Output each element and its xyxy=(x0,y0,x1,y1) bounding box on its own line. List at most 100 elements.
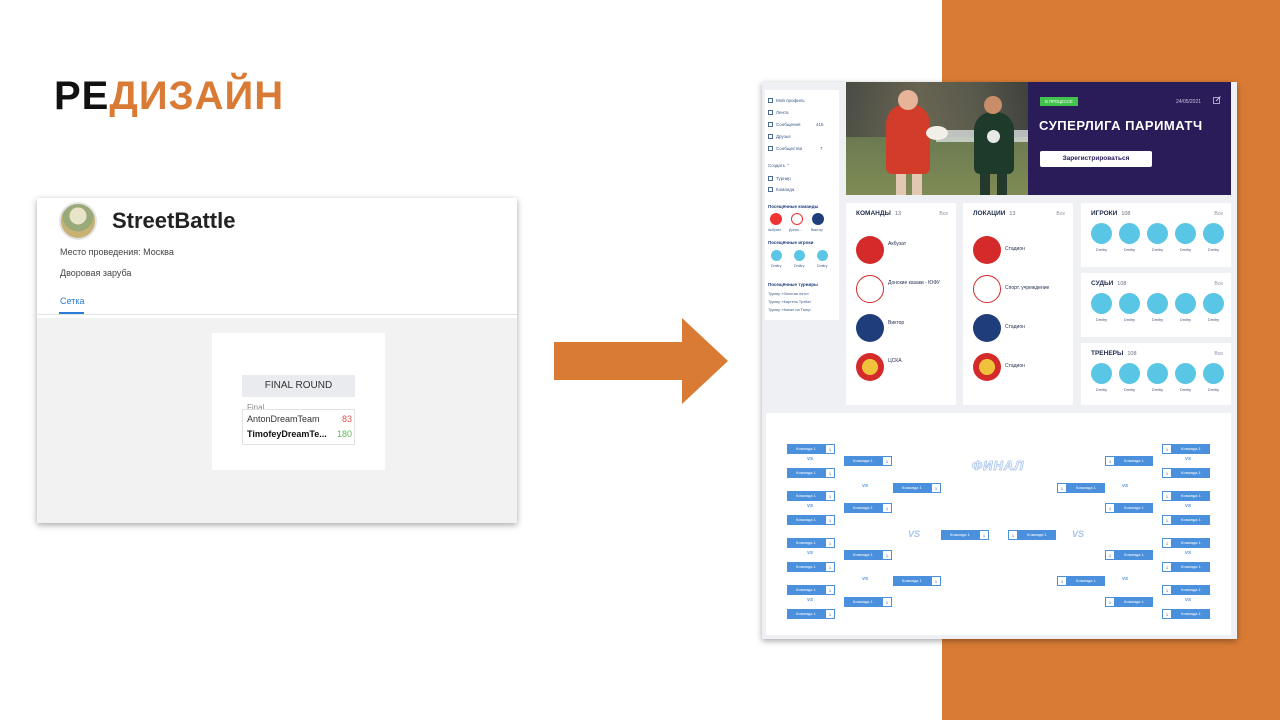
coaches-all-link[interactable]: Все xyxy=(1214,351,1223,357)
vs-label: VS xyxy=(1122,483,1129,488)
team-score: 83 xyxy=(341,414,352,424)
judges-title: СУДЬИ 108 xyxy=(1091,280,1127,287)
viktor-logo-icon xyxy=(973,314,1001,342)
akbuzat-logo-icon[interactable] xyxy=(770,213,782,225)
judge-name: Dmitry xyxy=(1124,318,1135,322)
judge-name: Dmitry xyxy=(1208,318,1219,322)
sidebar-item-messages[interactable]: Сообщения 415 xyxy=(768,122,824,130)
bracket-team-score: 1 xyxy=(1105,503,1115,513)
bracket-team-score: 1 xyxy=(1162,444,1172,454)
coach-avatar[interactable] xyxy=(1091,363,1112,384)
bracket-team-name: Команда 1 xyxy=(1172,515,1210,525)
sidebar-item-feed[interactable]: Лента xyxy=(768,110,788,118)
judge-avatar[interactable] xyxy=(1091,293,1112,314)
vs-label: VS xyxy=(1185,597,1192,602)
location-item[interactable]: Стадион xyxy=(973,314,1073,344)
sidebar-item-profile[interactable]: Мой профиль xyxy=(768,98,805,106)
bracket-team-name: Команда 1 xyxy=(844,597,882,607)
player-avatar[interactable] xyxy=(1091,223,1112,244)
player-avatar[interactable] xyxy=(794,250,805,261)
sidebar-item-friends[interactable]: Друзья xyxy=(768,134,791,142)
bracket-team-name: Команда 1 xyxy=(1172,444,1210,454)
team-item[interactable]: Донские казаки - ЮФУ xyxy=(856,275,956,305)
coach-name: Dmitry xyxy=(1180,388,1191,392)
tab-bracket[interactable]: Сетка xyxy=(60,296,84,306)
edit-icon[interactable] xyxy=(1213,96,1221,104)
new-ui-screenshot: Мой профиль Лента Сообщения 415 Друзья Со… xyxy=(762,82,1237,639)
player-name: Dmitry xyxy=(1180,248,1191,252)
visited-player-caption: Dmitry xyxy=(771,264,782,268)
visited-team-caption: Виктор xyxy=(811,228,823,232)
coach-avatar[interactable] xyxy=(1147,363,1168,384)
match-box[interactable]: AntonDreamTeam 83 TimofeyDreamTe... 180 xyxy=(242,409,355,445)
team-name: TimofeyDreamTe... xyxy=(247,429,327,439)
visited-teams-title: Посещённые команды xyxy=(768,204,819,209)
bracket-team-name: Команда 1 xyxy=(1067,576,1105,586)
visited-tournament-link[interactable]: Турнир «Канал на Танц» xyxy=(768,308,811,312)
judge-name: Dmitry xyxy=(1096,318,1107,322)
player-avatar[interactable] xyxy=(817,250,828,261)
bracket-team-name: Команда 1 xyxy=(1172,468,1210,478)
location-item[interactable]: Стадион xyxy=(973,236,1073,266)
bracket-team-score: 1 xyxy=(825,491,835,501)
team-item[interactable]: ЦСКА xyxy=(856,353,956,383)
bracket-team-name: Команда 1 xyxy=(1172,538,1210,548)
bracket-team-score: 1 xyxy=(1057,483,1067,493)
player-avatar[interactable] xyxy=(1175,223,1196,244)
banner-photo xyxy=(846,82,1028,195)
sidebar: Мой профиль Лента Сообщения 415 Друзья Со… xyxy=(765,90,839,320)
coach-avatar[interactable] xyxy=(1203,363,1224,384)
team-item[interactable]: Акбузат xyxy=(856,236,956,266)
players-all-link[interactable]: Все xyxy=(1214,211,1223,217)
judge-avatar[interactable] xyxy=(1147,293,1168,314)
judges-card: СУДЬИ 108 Все Dmitry Dmitry Dmitry Dmitry… xyxy=(1081,273,1231,337)
bracket-team-score: 1 xyxy=(825,538,835,548)
bracket-team-name: Команда 1 xyxy=(893,576,931,586)
create-toggle[interactable]: Создать ⌃ xyxy=(768,163,790,171)
sidebar-item-communities[interactable]: Сообщества 7 xyxy=(768,146,823,154)
bracket-team-name: Команда 1 xyxy=(1172,491,1210,501)
coach-avatar[interactable] xyxy=(1119,363,1140,384)
teams-title: КОМАНДЫ 13 xyxy=(856,210,901,217)
location-item[interactable]: Стадион xyxy=(973,353,1073,383)
friends-icon xyxy=(768,134,773,139)
vs-label: VS xyxy=(1185,456,1192,461)
bracket-team-score: 1 xyxy=(1105,456,1115,466)
judge-avatar[interactable] xyxy=(1175,293,1196,314)
player-avatar[interactable] xyxy=(1119,223,1140,244)
coach-avatar[interactable] xyxy=(1175,363,1196,384)
bracket-team-score: 1 xyxy=(1162,515,1172,525)
register-button[interactable]: Зарегистрироваться xyxy=(1040,151,1152,167)
bracket-team-score: 1 xyxy=(1162,609,1172,619)
teams-all-link[interactable]: Все xyxy=(939,211,948,217)
donskie-logo-icon[interactable] xyxy=(791,213,803,225)
status-badge: В ПРОЦЕССЕ xyxy=(1040,97,1078,106)
chevron-up-icon: ⌃ xyxy=(786,163,791,168)
player-avatar[interactable] xyxy=(1147,223,1168,244)
viktor-logo-icon[interactable] xyxy=(812,213,824,225)
location-item[interactable]: Спорт. учреждение xyxy=(973,275,1073,305)
judges-all-link[interactable]: Все xyxy=(1214,281,1223,287)
tournament-avatar xyxy=(59,202,97,240)
bracket-team-score: 1 xyxy=(1162,562,1172,572)
vs-label: VS xyxy=(807,456,814,461)
visited-tournament-link[interactable]: Турнир «Картель Трэба» xyxy=(768,300,811,304)
visited-tournament-link[interactable]: Турнир «Золотая пять» xyxy=(768,292,809,296)
create-team[interactable]: Команда xyxy=(768,187,794,195)
player-name: Dmitry xyxy=(1124,248,1135,252)
bracket-team-name: Команда 1 xyxy=(844,456,882,466)
right-arrow-icon xyxy=(554,318,728,404)
player-avatar[interactable] xyxy=(1203,223,1224,244)
player-avatar[interactable] xyxy=(771,250,782,261)
bracket-team-score: 1 xyxy=(1162,491,1172,501)
coach-name: Dmitry xyxy=(1096,388,1107,392)
judge-avatar[interactable] xyxy=(1119,293,1140,314)
akbuzat-logo-icon xyxy=(856,236,884,264)
locations-all-link[interactable]: Все xyxy=(1056,211,1065,217)
team-item[interactable]: Виктор xyxy=(856,314,956,344)
create-tournament[interactable]: Турнир xyxy=(768,176,791,184)
tournament-bracket: ФИНАЛ Команда 1 1 Команда 1 1 Команда 1 1 Кома… xyxy=(766,413,1231,635)
user-icon xyxy=(768,98,773,103)
judge-avatar[interactable] xyxy=(1203,293,1224,314)
bracket-team-name: Команда 1 xyxy=(893,483,931,493)
